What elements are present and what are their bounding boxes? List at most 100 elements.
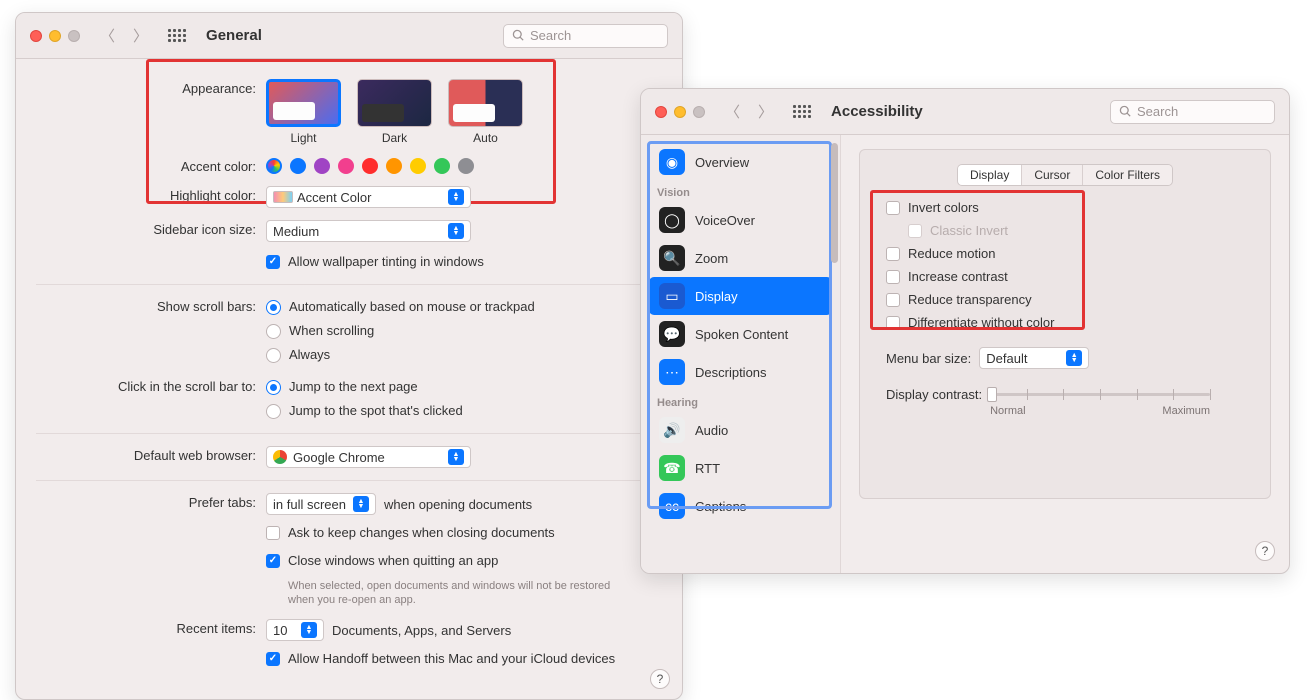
differentiate-check[interactable]: Differentiate without color: [886, 313, 1252, 333]
close-quit-note: When selected, open documents and window…: [288, 579, 618, 607]
checkbox-icon: [266, 255, 280, 269]
a11y-main: Display Cursor Color Filters Invert colo…: [841, 135, 1289, 573]
contrast-slider[interactable]: [990, 385, 1210, 403]
highlight-select[interactable]: Accent Color ▲▼: [266, 186, 471, 208]
chrome-icon: [273, 450, 287, 464]
browser-select[interactable]: Google Chrome ▲▼: [266, 446, 471, 468]
ask-keep-check[interactable]: Ask to keep changes when closing documen…: [266, 523, 662, 543]
forward-button[interactable]: 〉: [129, 25, 152, 46]
voiceover-icon: ◯: [659, 207, 685, 233]
section-hearing: Hearing: [649, 391, 832, 411]
accent-pink[interactable]: [338, 158, 354, 174]
reduce-transparency-check[interactable]: Reduce transparency: [886, 290, 1252, 310]
window-title: General: [206, 27, 262, 44]
accent-multicolor[interactable]: [266, 158, 282, 174]
tab-display[interactable]: Display: [958, 165, 1021, 185]
close-quit-check[interactable]: Close windows when quitting an app: [266, 551, 662, 571]
sidebar-item-display[interactable]: ▭ Display: [649, 277, 832, 315]
click-next-radio[interactable]: Jump to the next page: [266, 377, 662, 397]
tab-cursor[interactable]: Cursor: [1021, 165, 1082, 185]
sidebar-item-spoken[interactable]: 💬 Spoken Content: [649, 315, 832, 353]
search-input[interactable]: Search: [503, 24, 668, 48]
display-tabs: Display Cursor Color Filters: [957, 164, 1173, 186]
captions-icon: cc: [659, 493, 685, 519]
accent-green[interactable]: [434, 158, 450, 174]
accent-yellow[interactable]: [410, 158, 426, 174]
sidebar-item-zoom[interactable]: 🔍 Zoom: [649, 239, 832, 277]
a11y-sidebar: ◉ Overview Vision ◯ VoiceOver 🔍 Zoom ▭ D…: [641, 135, 841, 573]
scrollbar-thumb[interactable]: [831, 143, 838, 263]
window-title: Accessibility: [831, 103, 923, 120]
sidebar-item-voiceover[interactable]: ◯ VoiceOver: [649, 201, 832, 239]
menu-bar-size-select[interactable]: Default ▲▼: [979, 347, 1089, 369]
classic-invert-check[interactable]: Classic Invert: [886, 221, 1252, 241]
accent-red[interactable]: [362, 158, 378, 174]
search-input[interactable]: Search: [1110, 100, 1275, 124]
back-button[interactable]: 〈: [96, 25, 119, 46]
invert-check[interactable]: Invert colors: [886, 198, 1252, 218]
scroll-auto-radio[interactable]: Automatically based on mouse or trackpad: [266, 297, 662, 317]
zoom-a11y-icon: 🔍: [659, 245, 685, 271]
forward-button[interactable]: 〉: [754, 101, 777, 122]
sidebar-size-label: Sidebar icon size:: [36, 220, 266, 272]
menu-bar-size-label: Menu bar size:: [886, 351, 971, 366]
traffic-lights: [30, 30, 80, 42]
tabs-select[interactable]: in full screen ▲▼: [266, 493, 376, 515]
minimize-icon[interactable]: [674, 106, 686, 118]
scroll-when-radio[interactable]: When scrolling: [266, 321, 662, 341]
sidebar-item-audio[interactable]: 🔊 Audio: [649, 411, 832, 449]
overview-icon: ◉: [659, 149, 685, 175]
accent-orange[interactable]: [386, 158, 402, 174]
scrollbars-label: Show scroll bars:: [36, 297, 266, 365]
help-button[interactable]: ?: [1255, 541, 1275, 561]
appearance-auto[interactable]: Auto: [448, 79, 523, 145]
zoom-icon[interactable]: [693, 106, 705, 118]
show-all-icon[interactable]: [793, 105, 811, 118]
reduce-motion-check[interactable]: Reduce motion: [886, 244, 1252, 264]
appearance-light[interactable]: Light: [266, 79, 341, 145]
wallpaper-tint-check[interactable]: Allow wallpaper tinting in windows: [266, 252, 662, 272]
close-icon[interactable]: [655, 106, 667, 118]
sidebar-item-descriptions[interactable]: ⋯ Descriptions: [649, 353, 832, 391]
increase-contrast-check[interactable]: Increase contrast: [886, 267, 1252, 287]
accent-purple[interactable]: [314, 158, 330, 174]
general-window: 〈 〉 General Search Appearance: Light Dar…: [15, 12, 683, 700]
a11y-footer: Show Accessibility status in menu bar: [641, 573, 1289, 574]
traffic-lights: [655, 106, 705, 118]
sidebar-item-rtt[interactable]: ☎ RTT: [649, 449, 832, 487]
search-icon: [512, 29, 525, 42]
close-icon[interactable]: [30, 30, 42, 42]
sidebar-item-captions[interactable]: cc Captions: [649, 487, 832, 525]
click-spot-radio[interactable]: Jump to the spot that's clicked: [266, 401, 662, 421]
accent-graphite[interactable]: [458, 158, 474, 174]
handoff-check[interactable]: Allow Handoff between this Mac and your …: [266, 649, 662, 669]
click-label: Click in the scroll bar to:: [36, 377, 266, 421]
spoken-icon: 💬: [659, 321, 685, 347]
accent-label: Accent color:: [36, 157, 266, 174]
recent-select[interactable]: 10 ▲▼: [266, 619, 324, 641]
tab-color-filters[interactable]: Color Filters: [1082, 165, 1172, 185]
sidebar-size-select[interactable]: Medium ▲▼: [266, 220, 471, 242]
zoom-icon[interactable]: [68, 30, 80, 42]
highlight-label: Highlight color:: [36, 186, 266, 208]
accent-blue[interactable]: [290, 158, 306, 174]
rtt-icon: ☎: [659, 455, 685, 481]
show-all-icon[interactable]: [168, 29, 186, 42]
back-button[interactable]: 〈: [721, 101, 744, 122]
help-button[interactable]: ?: [650, 669, 670, 689]
sidebar-item-overview[interactable]: ◉ Overview: [649, 143, 832, 181]
audio-icon: 🔊: [659, 417, 685, 443]
titlebar: 〈 〉 General Search: [16, 13, 682, 59]
minimize-icon[interactable]: [49, 30, 61, 42]
scroll-always-radio[interactable]: Always: [266, 345, 662, 365]
titlebar-a11y: 〈 〉 Accessibility Search: [641, 89, 1289, 135]
recent-label: Recent items:: [36, 619, 266, 669]
highlight-swatch-icon: [273, 191, 293, 203]
appearance-label: Appearance:: [36, 79, 266, 145]
tabs-label: Prefer tabs:: [36, 493, 266, 607]
display-icon: ▭: [659, 283, 685, 309]
search-icon: [1119, 105, 1132, 118]
contrast-label: Display contrast:: [886, 385, 982, 402]
appearance-dark[interactable]: Dark: [357, 79, 432, 145]
general-content: Appearance: Light Dark Auto Accent color…: [16, 59, 682, 693]
